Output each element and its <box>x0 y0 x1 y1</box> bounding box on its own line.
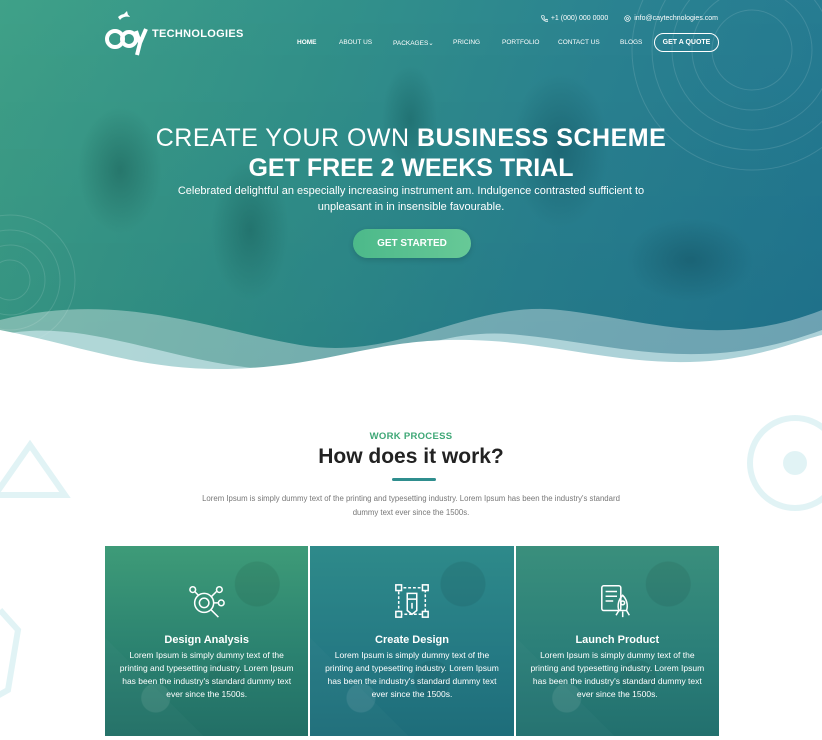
nav-home[interactable]: HOME <box>297 39 317 46</box>
email-icon <box>624 15 631 22</box>
launch-product-icon <box>601 585 631 618</box>
email-address: info@caytechnologies.com <box>634 15 718 22</box>
site-logo[interactable]: cay TECHNOLOGIES <box>104 10 244 58</box>
decorative-rings <box>631 0 822 171</box>
top-contact-bar: +1 (000) 000 0000 info@caytechnologies.c… <box>541 15 718 22</box>
title-underline <box>392 478 436 481</box>
hero-wave-divider <box>0 308 822 400</box>
section-description: Lorem Ipsum is simply dummy text of the … <box>202 494 620 517</box>
chevron-down-icon: ⌄ <box>428 40 434 47</box>
hero-title-light: CREATE YOUR OWN <box>155 124 410 152</box>
hero-title-bold: BUSINESS SCHEME <box>417 124 667 152</box>
email-contact[interactable]: info@caytechnologies.com <box>624 15 718 22</box>
create-design-icon <box>395 584 429 618</box>
phone-contact[interactable]: +1 (000) 000 0000 <box>541 15 608 22</box>
section-label: WORK PROCESS <box>369 431 453 442</box>
card-text: Lorem Ipsum is simply dummy text of the … <box>530 650 705 699</box>
nav-portfolio[interactable]: PORTFOLIO <box>502 39 539 46</box>
logo-text: TECHNOLOGIES <box>152 28 244 40</box>
logo-mark-icon: cay <box>105 11 148 56</box>
card-launch-product[interactable]: Launch Product Lorem Ipsum is simply dum… <box>515 546 719 736</box>
phone-icon <box>541 15 548 22</box>
hero-description: Celebrated delightful an especially incr… <box>177 185 645 213</box>
card-title: Launch Product <box>575 634 660 646</box>
hero-title-line1: CREATE YOUR OWN BUSINESS SCHEME <box>0 124 822 153</box>
process-cards: Design Analysis Lorem Ipsum is simply du… <box>105 546 719 736</box>
get-started-button[interactable]: GET STARTED <box>353 229 471 258</box>
card-title: Design Analysis <box>164 634 249 646</box>
get-a-quote-button[interactable]: GET A QUOTE <box>654 33 719 52</box>
phone-number: +1 (000) 000 0000 <box>550 15 609 22</box>
nav-contact-us[interactable]: CONTACT US <box>558 39 600 46</box>
nav-packages-label: PACKAGES <box>393 40 429 47</box>
section-title: How does it work? <box>318 445 504 468</box>
hero-title-line2: GET FREE 2 WEEKS TRIAL <box>248 154 574 182</box>
card-text: Lorem Ipsum is simply dummy text of the … <box>119 650 294 699</box>
card-text: Lorem Ipsum is simply dummy text of the … <box>325 650 499 699</box>
nav-blogs[interactable]: BLOGS <box>620 39 642 46</box>
card-create-design[interactable]: Create Design Lorem Ipsum is simply dumm… <box>310 546 514 736</box>
card-title: Create Design <box>375 634 449 646</box>
nav-about-us[interactable]: ABOUT US <box>339 39 372 46</box>
design-analysis-icon <box>188 585 225 618</box>
nav-pricing[interactable]: PRICING <box>453 39 480 46</box>
nav-packages[interactable]: PACKAGES⌄ <box>393 39 434 47</box>
card-design-analysis[interactable]: Design Analysis Lorem Ipsum is simply du… <box>105 546 309 736</box>
